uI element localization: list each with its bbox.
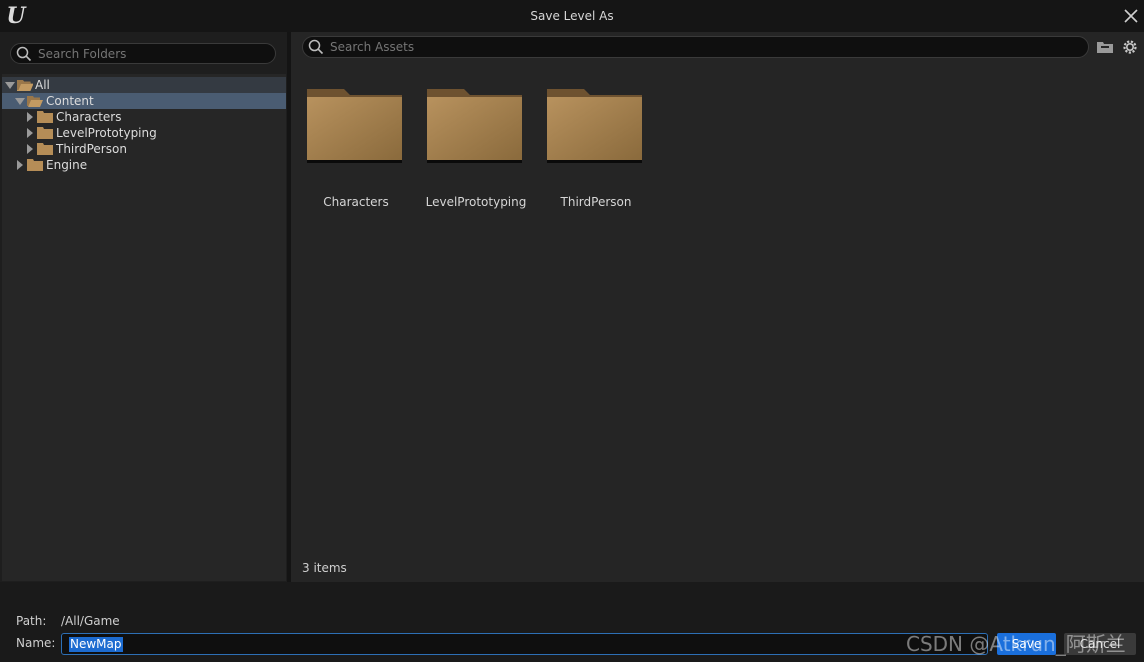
window-title: Save Level As <box>530 9 614 23</box>
tree-item-label: ThirdPerson <box>56 142 127 156</box>
asset-panel <box>291 32 1144 582</box>
search-icon <box>16 46 32 62</box>
search-folders-field[interactable] <box>10 43 276 64</box>
expanded-arrow-icon[interactable] <box>15 98 25 105</box>
asset-folder-tile[interactable]: ThirdPerson <box>546 88 646 218</box>
collapsed-arrow-icon[interactable] <box>27 128 33 138</box>
tree-item-label: LevelPrototyping <box>56 126 157 140</box>
collapsed-arrow-icon[interactable] <box>17 160 23 170</box>
asset-folder-label: LevelPrototyping <box>425 195 527 209</box>
path-label: Path: <box>16 614 47 628</box>
search-assets-field[interactable] <box>302 36 1089 58</box>
path-value: /All/Game <box>61 614 120 628</box>
folder-icon <box>37 127 53 139</box>
cancel-button[interactable]: Cancel <box>1064 633 1136 655</box>
collapsed-arrow-icon[interactable] <box>27 144 33 154</box>
save-footer: Path: /All/Game Name: NewMap Save Cancel <box>0 582 1144 662</box>
title-bar: U Save Level As <box>0 0 1144 32</box>
name-label: Name: <box>16 636 56 650</box>
tree-item-label: Characters <box>56 110 122 124</box>
search-icon <box>308 39 324 55</box>
folder-panel: All Content Characters LevelPrototypin <box>0 32 287 582</box>
tree-item-content[interactable]: Content <box>2 93 286 109</box>
asset-folder-tile[interactable]: Characters <box>306 88 406 218</box>
save-button[interactable]: Save <box>997 633 1056 655</box>
asset-folder-label: Characters <box>323 195 389 209</box>
folder-icon <box>427 89 522 163</box>
tree-item-label: All <box>35 78 50 92</box>
tree-item-characters[interactable]: Characters <box>2 109 286 125</box>
tree-item-label: Engine <box>46 158 88 172</box>
folder-icon <box>307 89 402 163</box>
folder-icon <box>37 143 53 155</box>
folder-icon <box>547 89 642 163</box>
item-count: 3 items <box>302 561 347 575</box>
close-icon[interactable] <box>1121 6 1141 26</box>
collapsed-arrow-icon[interactable] <box>27 112 33 122</box>
folder-tree: All Content Characters LevelPrototyping … <box>2 74 286 581</box>
asset-folder-label: ThirdPerson <box>560 195 632 209</box>
tree-item-levelprototyping[interactable]: LevelPrototyping <box>2 125 286 141</box>
folder-icon <box>27 159 43 171</box>
open-folder-icon <box>27 96 43 107</box>
open-folder-icon <box>17 80 33 91</box>
name-input[interactable]: NewMap <box>61 633 988 655</box>
folder-icon <box>37 111 53 123</box>
settings-gear-icon[interactable] <box>1121 38 1139 56</box>
tree-item-engine[interactable]: Engine <box>2 157 286 173</box>
name-input-value[interactable]: NewMap <box>69 637 123 652</box>
expanded-arrow-icon[interactable] <box>5 82 15 89</box>
search-assets-input[interactable] <box>330 40 1030 54</box>
asset-folder-tile[interactable]: LevelPrototyping <box>426 88 526 218</box>
search-folders-input[interactable] <box>38 47 258 61</box>
tree-item-thirdperson[interactable]: ThirdPerson <box>2 141 286 157</box>
tree-item-all[interactable]: All <box>2 77 286 93</box>
tree-item-label: Content <box>46 94 94 108</box>
new-folder-icon[interactable] <box>1096 38 1114 56</box>
